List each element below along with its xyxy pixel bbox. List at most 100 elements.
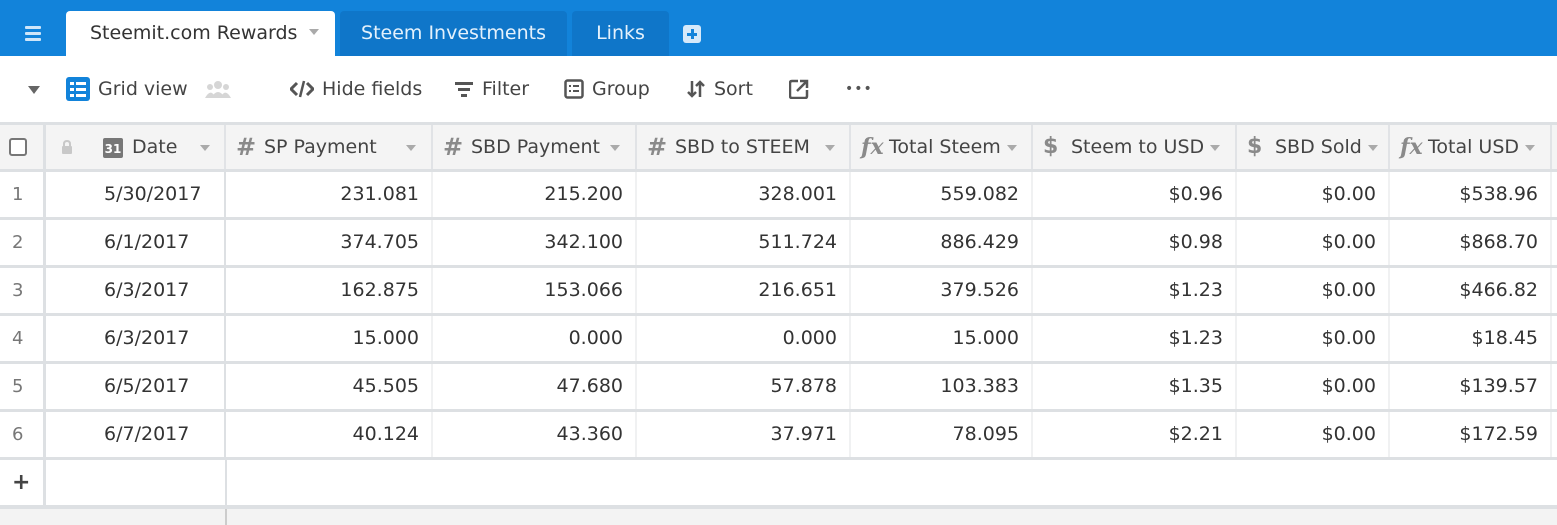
- cell-sbd-to-steem[interactable]: 0.000: [637, 316, 851, 361]
- row-number[interactable]: 4: [0, 316, 46, 361]
- cell-total-steem[interactable]: 15.000: [851, 316, 1033, 361]
- column-header-total-usd[interactable]: fx Total USD: [1390, 125, 1552, 169]
- tab-steemit-rewards[interactable]: Steemit.com Rewards: [66, 11, 335, 56]
- cell-sbd-sold[interactable]: $0.00: [1237, 364, 1390, 409]
- cell-steem-to-usd[interactable]: $1.35: [1033, 364, 1237, 409]
- group-button[interactable]: Group: [564, 74, 650, 104]
- row-number[interactable]: 2: [0, 220, 46, 265]
- tab-links[interactable]: Links: [572, 11, 669, 56]
- cell-total-usd[interactable]: $139.57: [1390, 364, 1552, 409]
- table-row[interactable]: 2 6/1/2017 374.705 342.100 511.724 886.429 $0.…: [0, 220, 1557, 268]
- hide-fields-button[interactable]: Hide fields: [290, 74, 422, 104]
- cell-sp-payment[interactable]: 162.875: [226, 268, 433, 313]
- cell-sp-payment[interactable]: 40.124: [226, 412, 433, 457]
- cell-sbd-payment[interactable]: 47.680: [433, 364, 637, 409]
- select-all-checkbox-cell[interactable]: [0, 125, 46, 169]
- cell-total-usd[interactable]: $466.82: [1390, 268, 1552, 313]
- filter-button[interactable]: Filter: [454, 74, 529, 104]
- cell-sp-payment[interactable]: 15.000: [226, 316, 433, 361]
- cell-sp-payment[interactable]: 374.705: [226, 220, 433, 265]
- column-menu-caret-icon[interactable]: [1210, 145, 1220, 151]
- column-menu-caret-icon[interactable]: [610, 145, 620, 151]
- table-row[interactable]: 5 6/5/2017 45.505 47.680 57.878 103.383 $1.35 $…: [0, 364, 1557, 412]
- column-header-steem-to-usd[interactable]: $ Steem to USD: [1033, 125, 1237, 169]
- cell-total-usd[interactable]: $538.96: [1390, 172, 1552, 217]
- cell-sbd-payment[interactable]: 342.100: [433, 220, 637, 265]
- cell-date[interactable]: 6/3/2017: [46, 316, 226, 361]
- row-number[interactable]: 5: [0, 364, 46, 409]
- cell-total-steem[interactable]: 103.383: [851, 364, 1033, 409]
- column-header-total-steem[interactable]: fx Total Steem: [851, 125, 1033, 169]
- column-menu-caret-icon[interactable]: [1525, 145, 1535, 151]
- add-row[interactable]: +: [0, 460, 1557, 508]
- cell-steem-to-usd[interactable]: $0.96: [1033, 172, 1237, 217]
- cell-sbd-to-steem[interactable]: 328.001: [637, 172, 851, 217]
- cell-sbd-to-steem[interactable]: 216.651: [637, 268, 851, 313]
- cell-total-usd[interactable]: $18.45: [1390, 316, 1552, 361]
- cell-date[interactable]: 5/30/2017: [46, 172, 226, 217]
- cell-sbd-sold[interactable]: $0.00: [1237, 220, 1390, 265]
- cell-sbd-to-steem[interactable]: 511.724: [637, 220, 851, 265]
- cell-steem-to-usd[interactable]: $1.23: [1033, 316, 1237, 361]
- tab-caret-icon[interactable]: [309, 29, 319, 35]
- group-icon: [564, 79, 584, 99]
- currency-icon: $: [1043, 134, 1059, 159]
- add-table-icon[interactable]: [683, 25, 701, 43]
- table-row[interactable]: 3 6/3/2017 162.875 153.066 216.651 379.526 $1.…: [0, 268, 1557, 316]
- cell-sp-payment[interactable]: 231.081: [226, 172, 433, 217]
- cell-steem-to-usd[interactable]: $2.21: [1033, 412, 1237, 457]
- cell-date[interactable]: 6/3/2017: [46, 268, 226, 313]
- tab-label: Links: [596, 22, 645, 44]
- cell-sbd-payment[interactable]: 153.066: [433, 268, 637, 313]
- more-options-button[interactable]: •••: [845, 74, 873, 104]
- cell-total-steem[interactable]: 886.429: [851, 220, 1033, 265]
- view-name-button[interactable]: Grid view: [66, 74, 188, 104]
- view-switcher-caret-icon[interactable]: [28, 86, 40, 94]
- cell-sbd-payment[interactable]: 0.000: [433, 316, 637, 361]
- hamburger-menu-icon[interactable]: [22, 24, 44, 42]
- cell-total-steem[interactable]: 78.095: [851, 412, 1033, 457]
- cell-date[interactable]: 6/5/2017: [46, 364, 226, 409]
- share-view-button[interactable]: [789, 74, 809, 104]
- column-header-date[interactable]: 31 Date: [46, 125, 226, 169]
- cell-total-usd[interactable]: $868.70: [1390, 220, 1552, 265]
- cell-steem-to-usd[interactable]: $1.23: [1033, 268, 1237, 313]
- cell-date[interactable]: 6/7/2017: [46, 412, 226, 457]
- row-number[interactable]: 3: [0, 268, 46, 313]
- row-number[interactable]: 1: [0, 172, 46, 217]
- column-header-sp-payment[interactable]: # SP Payment: [226, 125, 433, 169]
- cell-sbd-to-steem[interactable]: 57.878: [637, 364, 851, 409]
- column-menu-caret-icon[interactable]: [200, 145, 210, 151]
- column-menu-caret-icon[interactable]: [1007, 145, 1017, 151]
- cell-sp-payment[interactable]: 45.505: [226, 364, 433, 409]
- column-header-sbd-to-steem[interactable]: # SBD to STEEM: [637, 125, 851, 169]
- tab-steem-investments[interactable]: Steem Investments: [340, 11, 567, 56]
- cell-sbd-payment[interactable]: 43.360: [433, 412, 637, 457]
- cell-total-steem[interactable]: 379.526: [851, 268, 1033, 313]
- cell-total-usd[interactable]: $172.59: [1390, 412, 1552, 457]
- cell-total-steem[interactable]: 559.082: [851, 172, 1033, 217]
- grid-view-icon: [66, 77, 90, 101]
- column-menu-caret-icon[interactable]: [825, 145, 835, 151]
- add-row-icon[interactable]: +: [0, 460, 46, 505]
- cell-sbd-sold[interactable]: $0.00: [1237, 412, 1390, 457]
- cell-sbd-sold[interactable]: $0.00: [1237, 172, 1390, 217]
- table-row[interactable]: 1 5/30/2017 231.081 215.200 328.001 559.082 $0…: [0, 172, 1557, 220]
- column-menu-caret-icon[interactable]: [406, 145, 416, 151]
- table-row[interactable]: 4 6/3/2017 15.000 0.000 0.000 15.000 $1.23 $0.0…: [0, 316, 1557, 364]
- cell-sbd-sold[interactable]: $0.00: [1237, 316, 1390, 361]
- sort-button[interactable]: Sort: [686, 74, 753, 104]
- cell-sbd-payment[interactable]: 215.200: [433, 172, 637, 217]
- top-bar: Steemit.com Rewards Steem Investments Li…: [0, 0, 1557, 56]
- table-row[interactable]: 6 6/7/2017 40.124 43.360 37.971 78.095 $2.21 $0…: [0, 412, 1557, 460]
- column-header-label: Date: [132, 136, 178, 158]
- row-number[interactable]: 6: [0, 412, 46, 457]
- cell-date[interactable]: 6/1/2017: [46, 220, 226, 265]
- cell-sbd-to-steem[interactable]: 37.971: [637, 412, 851, 457]
- column-header-sbd-payment[interactable]: # SBD Payment: [433, 125, 637, 169]
- select-all-checkbox[interactable]: [9, 138, 27, 156]
- cell-steem-to-usd[interactable]: $0.98: [1033, 220, 1237, 265]
- column-menu-caret-icon[interactable]: [1368, 145, 1378, 151]
- cell-sbd-sold[interactable]: $0.00: [1237, 268, 1390, 313]
- column-header-sbd-sold[interactable]: $ SBD Sold: [1237, 125, 1390, 169]
